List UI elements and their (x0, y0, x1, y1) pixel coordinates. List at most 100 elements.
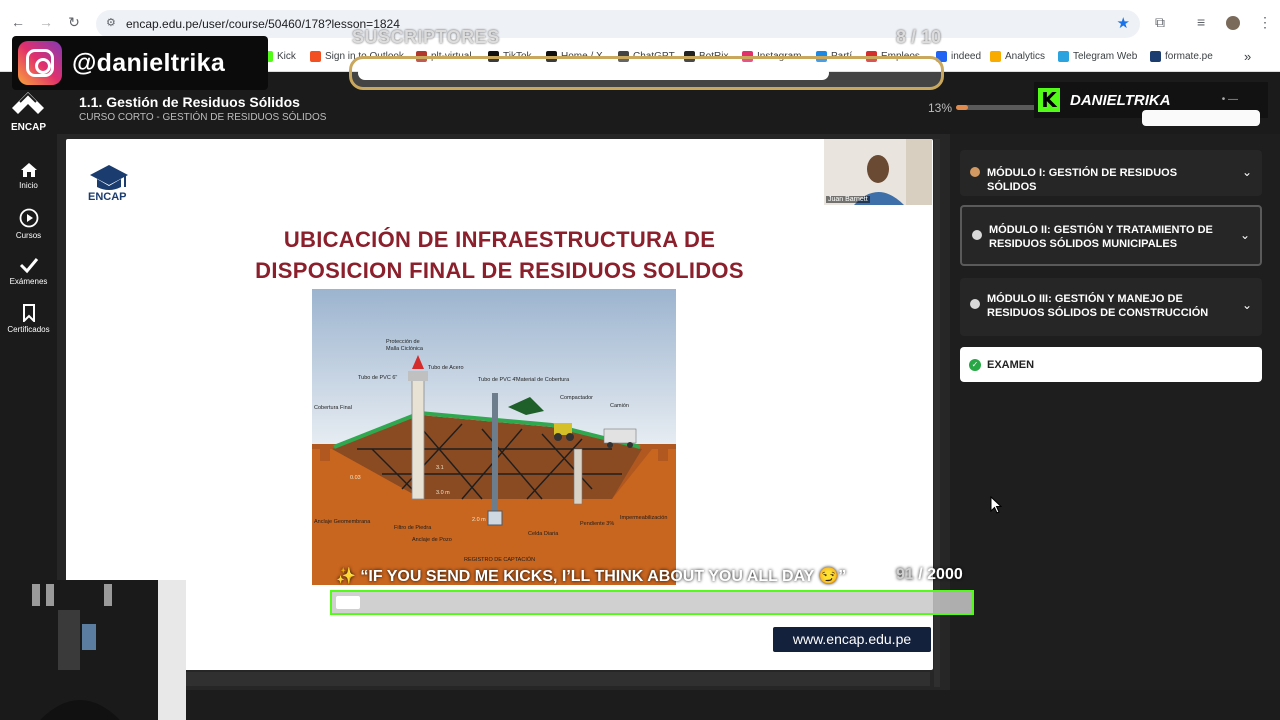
address-bar[interactable]: ⚙ encap.edu.pe/user/course/50460/178?les… (96, 10, 1140, 38)
bookmark-label: Telegram Web (1073, 51, 1138, 62)
presenter-name: Juan Barnett (826, 196, 870, 203)
label-camion: Camión (610, 403, 629, 409)
more-bookmarks-icon[interactable]: » (1244, 49, 1251, 64)
bookmark-favicon-icon (1058, 51, 1069, 62)
kick-goal-total: / 2000 (918, 566, 963, 583)
sidebar-label: Certificados (7, 325, 50, 334)
instagram-overlay: @danieltrika (12, 36, 268, 90)
bookmark-label: Analytics (1005, 51, 1046, 62)
encap-logo-icon[interactable] (10, 88, 46, 118)
bookmark-favicon-icon (1150, 51, 1161, 62)
exam-label: EXAMEN (987, 359, 1035, 371)
chevron-down-icon[interactable]: ⌄ (1242, 165, 1252, 179)
sidebar-item-certificados[interactable]: Certificados (0, 304, 57, 334)
label-filtro: Filtro de Piedra (394, 525, 432, 531)
landfill-diagram: Protección de Malla Ciclónica Tubo de PV… (312, 289, 676, 585)
site-info-icon[interactable]: ⚙ (106, 16, 120, 30)
video-progress-strip[interactable] (186, 672, 930, 686)
progress-percent: 13% (928, 101, 953, 115)
slide-title-line1: UBICACIÓN DE INFRAESTRUCTURA DE (283, 227, 716, 252)
course-title: 1.1. Gestión de Residuos Sólidos (79, 94, 300, 110)
kick-goal-count: 91 / 2000 (896, 566, 963, 584)
bookmark-label: Kick (277, 51, 296, 62)
label-registro: REGISTRO DE CAPTACIÓN (464, 556, 535, 563)
label-31: 3.1 (436, 465, 444, 471)
label-003: 0.03 (350, 475, 361, 481)
label-tubo-acero: Tubo de Acero (428, 365, 464, 371)
bottom-bar (0, 690, 1280, 720)
bookmark-item[interactable]: Analytics (990, 51, 1045, 62)
module-2[interactable]: MÓDULO II: GESTIÓN Y TRATAMIENTO DE RESI… (960, 205, 1262, 266)
chevron-down-icon[interactable]: ⌄ (1240, 228, 1250, 242)
label-proteccion-2: Malla Ciclónica (386, 346, 424, 352)
encap-logo-text: ENCAP (11, 122, 47, 133)
slide-logo-text: ENCAP (88, 191, 127, 203)
bookmark-item[interactable]: Telegram Web (1058, 51, 1137, 62)
course-subtitle: CURSO CORTO - GESTIÓN DE RESIDUOS SÓLIDO… (79, 112, 327, 123)
reload-icon[interactable]: ↻ (66, 14, 82, 30)
sidebar-item-cursos[interactable]: Cursos (0, 208, 57, 240)
sidebar-item-examenes[interactable]: Exámenes (0, 256, 57, 286)
module-done-icon (970, 167, 980, 177)
kick-name: DANIELTRIKA (1070, 91, 1171, 109)
sidebar-label: Exámenes (9, 277, 48, 286)
bookmark-favicon-icon (310, 51, 321, 62)
chevron-down-icon[interactable]: ⌄ (1242, 298, 1252, 312)
streamer-webcam (0, 580, 186, 720)
module-status-icon (970, 299, 980, 309)
label-impermeabilizacion: Impermeabilización (620, 515, 667, 521)
instagram-handle: @danieltrika (72, 48, 226, 77)
bookmark-item[interactable]: formate.pe (1150, 51, 1213, 62)
presenter-webcam: Juan Barnett (824, 139, 932, 205)
bookmark-favicon-icon (990, 51, 1001, 62)
bookmark-icon (22, 304, 35, 322)
play-icon (19, 208, 38, 228)
kick-goal-current: 91 (896, 566, 914, 583)
kick-goal-fill (336, 596, 360, 609)
forward-icon[interactable]: → (38, 14, 54, 30)
kick-goal-bar (330, 590, 974, 615)
module-title: MÓDULO II: GESTIÓN Y TRATAMIENTO DE RESI… (989, 224, 1213, 250)
bookmark-star-icon[interactable]: ★ (1117, 14, 1130, 32)
module-status-icon (972, 230, 982, 240)
module-title: MÓDULO III: GESTIÓN Y MANEJO DE RESIDUOS… (987, 293, 1209, 319)
kick-input-box (1142, 110, 1260, 126)
bookmark-label: formate.pe (1165, 51, 1213, 62)
sidebar-label: Cursos (15, 231, 42, 240)
label-20: 2.0 m (472, 517, 486, 523)
instagram-icon (18, 41, 62, 85)
label-pozo: Anclaje de Pozo (412, 537, 452, 543)
sidebar-item-inicio[interactable]: Inicio (0, 162, 57, 190)
label-anclaje: Anclaje Geomembrana (314, 519, 371, 525)
subscribers-label: SUSCRIPTORES (352, 27, 500, 47)
label-pendiente: Pendiente 3% (580, 521, 614, 527)
kick-logo-icon: K (1038, 88, 1060, 112)
progress-fill (956, 105, 968, 110)
slide-title-line2: DISPOSICION FINAL DE RESIDUOS SOLIDOS (255, 258, 744, 283)
bookmark-item[interactable]: indeed (936, 51, 981, 62)
bookmark-label: indeed (951, 51, 982, 62)
streamer-webcam-image (0, 580, 186, 720)
sidebar-label: Inicio (19, 181, 38, 190)
label-compactador: Compactador (560, 395, 593, 401)
label-tubo-pvc: Tubo de PVC 6" (358, 375, 397, 381)
module-3[interactable]: MÓDULO III: GESTIÓN Y MANEJO DE RESIDUOS… (960, 278, 1262, 336)
exam-check-icon: ✓ (969, 359, 981, 371)
module-title: MÓDULO I: GESTIÓN DE RESIDUOS SÓLIDOS (987, 167, 1178, 193)
menu-icon[interactable]: ⋮ (1258, 14, 1272, 31)
extensions-icon[interactable]: ⧉ (1155, 14, 1165, 31)
module-1[interactable]: MÓDULO I: GESTIÓN DE RESIDUOS SÓLIDOS ⌄ (960, 150, 1262, 196)
profile-avatar[interactable] (1226, 16, 1240, 30)
exam-item[interactable]: ✓ EXAMEN (960, 347, 1262, 382)
subscribers-goal-fill (358, 66, 830, 80)
kick-dots-icon: • — (1221, 94, 1238, 105)
label-tubo-pvc4: Tubo de PVC 4" (478, 377, 517, 383)
label-celda: Celda Diaria (528, 531, 559, 537)
label-proteccion: Protección de (386, 339, 420, 345)
back-icon[interactable]: ← (10, 14, 26, 30)
kick-goal-text: ✨ “IF YOU SEND ME KICKS, I’LL THINK ABOU… (336, 568, 847, 585)
media-icon[interactable]: ≡ (1197, 14, 1205, 30)
check-icon (19, 258, 38, 274)
label-material: Material de Cobertura (516, 377, 570, 383)
label-cobertura: Cobertura Final (314, 405, 352, 411)
